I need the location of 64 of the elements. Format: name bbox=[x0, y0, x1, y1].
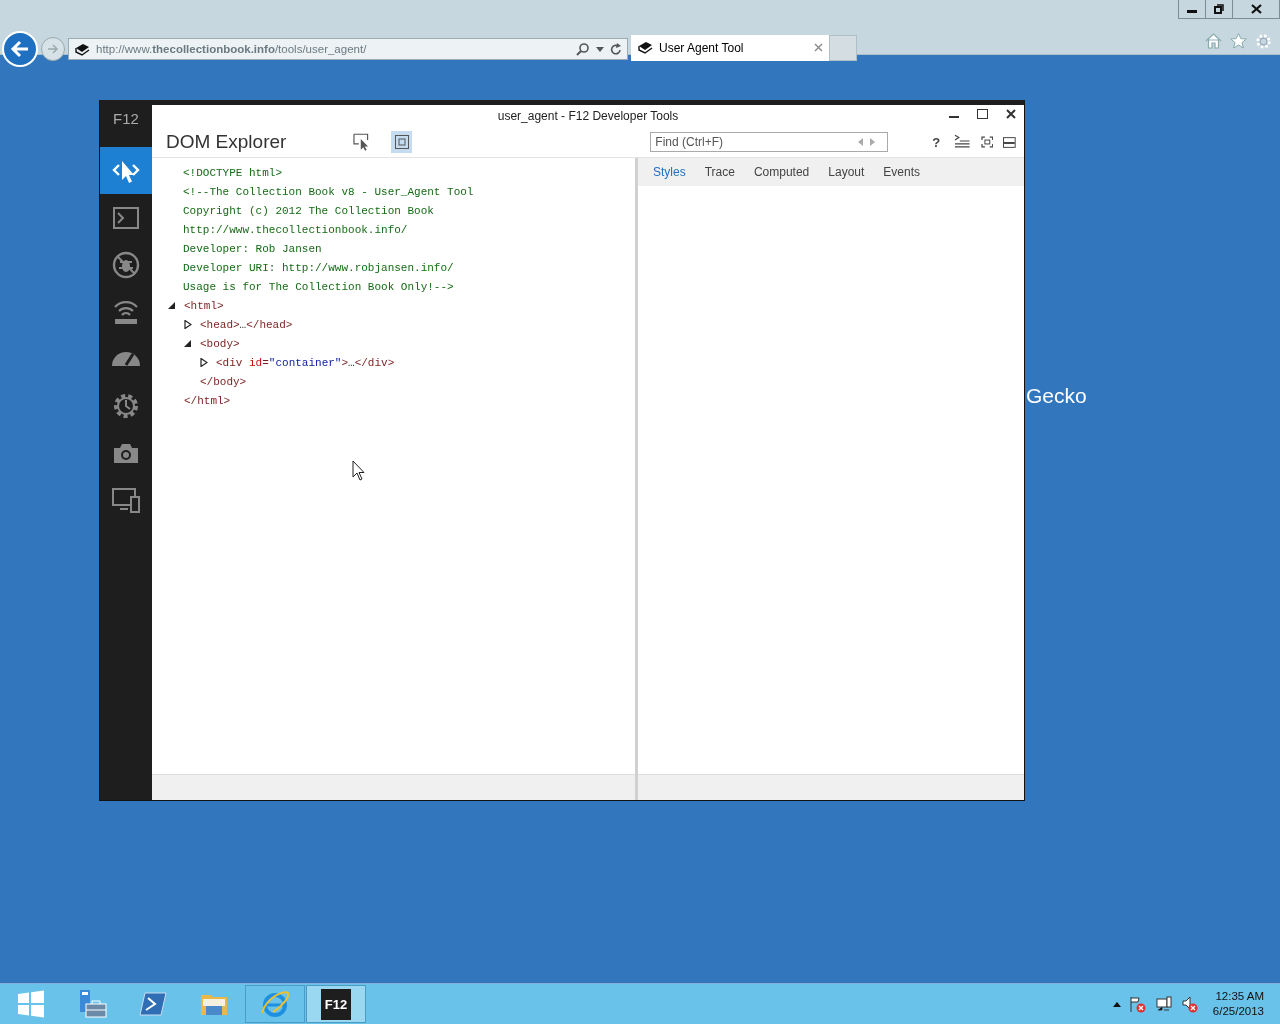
element-node[interactable]: <html> bbox=[184, 299, 224, 312]
close-icon bbox=[1250, 4, 1262, 14]
comment-line: Copyright (c) 2012 The Collection Book bbox=[183, 204, 434, 217]
url-text: http://www.thecollectionbook.info/tools/user_agent/ bbox=[96, 43, 368, 55]
network-icon[interactable] bbox=[1154, 995, 1173, 1013]
close-button[interactable] bbox=[1232, 0, 1280, 19]
styles-pane-tab[interactable]: Computed bbox=[744, 165, 820, 179]
element-node[interactable]: <head>…</head> bbox=[200, 318, 293, 331]
comment-line: Usage is for The Collection Book Only!--> bbox=[183, 280, 454, 293]
comment-line: Developer: Rob Jansen bbox=[183, 242, 322, 255]
highlight-toggle[interactable] bbox=[390, 131, 413, 153]
book-icon bbox=[637, 41, 653, 54]
refresh-icon[interactable] bbox=[610, 42, 622, 56]
styles-pane-tab[interactable]: Events bbox=[874, 165, 930, 179]
dropdown-caret-icon[interactable] bbox=[596, 46, 604, 52]
help-button[interactable]: ? bbox=[928, 134, 945, 150]
element-node[interactable]: <body> bbox=[200, 337, 240, 350]
comment-line: <!--The Collection Book v8 - User_Agent Tool bbox=[183, 185, 474, 198]
browser-tab[interactable]: User Agent Tool bbox=[631, 34, 829, 61]
expanded-arrow-icon[interactable] bbox=[168, 301, 176, 310]
maximize-icon[interactable] bbox=[977, 109, 988, 119]
expanded-arrow-icon[interactable] bbox=[184, 339, 192, 348]
comment-line: Developer URI: http://www.robjansen.info/ bbox=[183, 261, 454, 274]
window-title: user_agent - F12 Developer Tools bbox=[497, 109, 679, 123]
dock-icon[interactable] bbox=[1003, 136, 1016, 148]
debugger-icon bbox=[111, 249, 141, 280]
page-text: Gecko bbox=[1026, 384, 1087, 408]
panel-title: DOM Explorer bbox=[166, 131, 288, 153]
fit-frame-icon[interactable] bbox=[980, 136, 994, 148]
left-arrow-icon bbox=[10, 40, 30, 58]
search-icon[interactable] bbox=[576, 42, 590, 56]
close-icon[interactable] bbox=[1006, 109, 1016, 119]
address-field[interactable]: http://www.thecollectionbook.info/tools/user_agent/ bbox=[68, 38, 628, 60]
restore-icon bbox=[1214, 4, 1224, 14]
closing-tag: </html> bbox=[184, 394, 231, 407]
collapsed-arrow-icon[interactable] bbox=[200, 358, 208, 367]
windows-start-icon bbox=[15, 988, 47, 1020]
styles-pane-tab[interactable]: Trace bbox=[695, 165, 745, 179]
element-node[interactable]: <div id="container">…</div> bbox=[216, 356, 395, 369]
minimize-button[interactable] bbox=[1178, 0, 1206, 19]
styles-pane-tab[interactable]: Layout bbox=[819, 165, 875, 179]
mouse-pointer-icon bbox=[352, 460, 365, 481]
f12-label: F12 bbox=[112, 109, 140, 129]
show-hidden-icons-icon[interactable] bbox=[1112, 1001, 1121, 1007]
book-icon bbox=[74, 42, 90, 56]
clock-date: 6/25/2013 bbox=[1212, 1004, 1264, 1019]
clock-time: 12:35 AM bbox=[1215, 989, 1264, 1004]
select-element-icon[interactable] bbox=[353, 133, 371, 151]
collapsed-arrow-icon[interactable] bbox=[184, 320, 192, 329]
console-toggle-icon[interactable] bbox=[954, 134, 971, 150]
star-icon[interactable] bbox=[1230, 32, 1247, 49]
browser-icon bbox=[259, 988, 291, 1020]
styles-pane-tab[interactable]: Styles bbox=[644, 165, 696, 179]
speaker-icon[interactable] bbox=[1180, 995, 1199, 1013]
flag-icon[interactable] bbox=[1128, 995, 1147, 1013]
closing-tag: </body> bbox=[200, 375, 247, 388]
taskbar-app-button[interactable]: F12 bbox=[306, 985, 366, 1023]
tool-tab[interactable] bbox=[100, 147, 152, 194]
gauge-icon bbox=[111, 351, 141, 366]
comment-line: http://www.thecollectionbook.info/ bbox=[183, 223, 408, 236]
right-arrow-icon bbox=[47, 44, 59, 54]
doctype-line: <!DOCTYPE html> bbox=[183, 166, 283, 179]
forward-button[interactable] bbox=[41, 37, 65, 61]
back-button[interactable] bbox=[2, 31, 38, 67]
